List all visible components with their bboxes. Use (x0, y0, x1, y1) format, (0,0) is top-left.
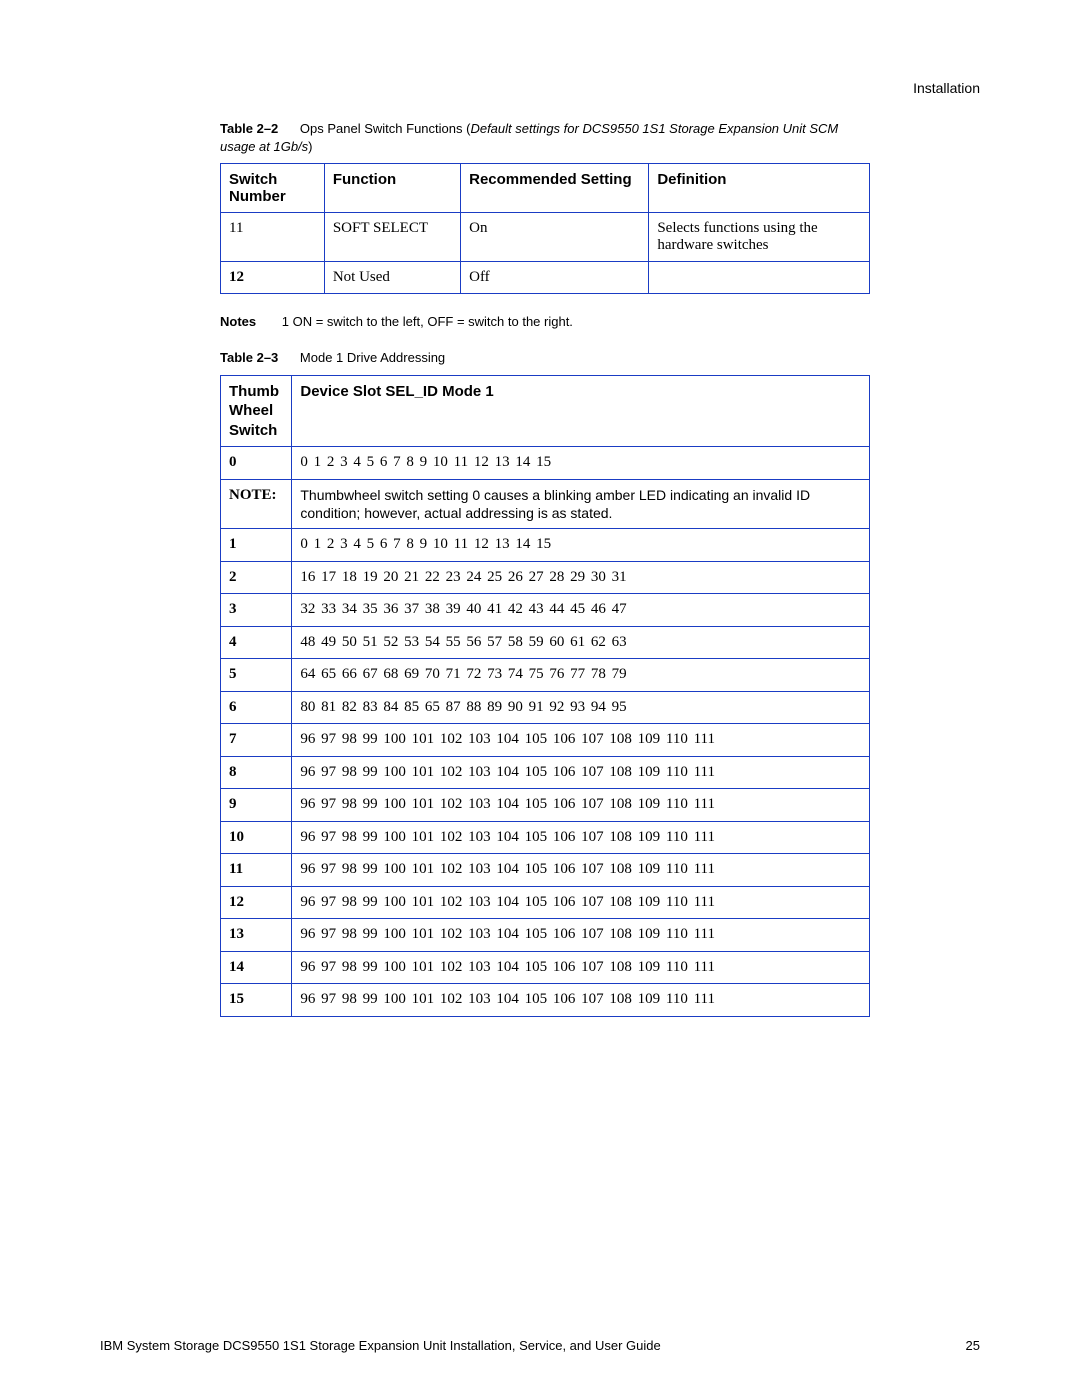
table-row: 13 96 97 98 99 100 101 102 103 104 105 1… (221, 919, 870, 952)
table-row: 11 SOFT SELECT On Selects functions usin… (221, 213, 870, 262)
cell-values: 0 1 2 3 4 5 6 7 8 9 10 11 12 13 14 15 (292, 529, 870, 562)
col-device-slot-sel-id: Device Slot SEL_ID Mode 1 (292, 375, 870, 447)
cell-left: 15 (221, 984, 292, 1017)
cell-values: 96 97 98 99 100 101 102 103 104 105 106 … (292, 919, 870, 952)
cell-left: NOTE: (221, 479, 292, 528)
table-row: 0 0 1 2 3 4 5 6 7 8 9 10 11 12 13 14 15 (221, 447, 870, 480)
col-function: Function (324, 164, 460, 213)
table-row: 3 32 33 34 35 36 37 38 39 40 41 42 43 44… (221, 594, 870, 627)
table-2-3-caption: Table 2–3 Mode 1 Drive Addressing (220, 349, 870, 367)
col-recommended-setting: Recommended Setting (461, 164, 649, 213)
cell: SOFT SELECT (324, 213, 460, 262)
notes-text: 1 ON = switch to the left, OFF = switch … (282, 314, 573, 329)
cell-left: 5 (221, 659, 292, 692)
cell-values: 64 65 66 67 68 69 70 71 72 73 74 75 76 7… (292, 659, 870, 692)
cell-values: 96 97 98 99 100 101 102 103 104 105 106 … (292, 951, 870, 984)
cell-left: 7 (221, 724, 292, 757)
page: Installation Table 2–2 Ops Panel Switch … (0, 0, 1080, 1397)
footer-page-number: 25 (966, 1338, 980, 1353)
cell-values: 96 97 98 99 100 101 102 103 104 105 106 … (292, 724, 870, 757)
table-row: 12 Not Used Off (221, 262, 870, 294)
cell-values: 48 49 50 51 52 53 54 55 56 57 58 59 60 6… (292, 626, 870, 659)
cell-left: 6 (221, 691, 292, 724)
cell-left: 13 (221, 919, 292, 952)
table-row: 5 64 65 66 67 68 69 70 71 72 73 74 75 76… (221, 659, 870, 692)
cell-left: 3 (221, 594, 292, 627)
cell-values: 96 97 98 99 100 101 102 103 104 105 106 … (292, 854, 870, 887)
table-row: 10 96 97 98 99 100 101 102 103 104 105 1… (221, 821, 870, 854)
cell: 11 (221, 213, 325, 262)
caption-text-a: Ops Panel Switch Functions ( (300, 121, 471, 136)
running-header: Installation (913, 80, 980, 96)
cell (649, 262, 870, 294)
col-switch-number: Switch Number (221, 164, 325, 213)
table-row: 2 16 17 18 19 20 21 22 23 24 25 26 27 28… (221, 561, 870, 594)
cell-left: 8 (221, 756, 292, 789)
col-definition: Definition (649, 164, 870, 213)
cell-left: 14 (221, 951, 292, 984)
content-area: Table 2–2 Ops Panel Switch Functions ( De… (220, 120, 870, 1017)
table-2-3: Thumb Wheel Switch Device Slot SEL_ID Mo… (220, 375, 870, 1017)
table-row: 9 96 97 98 99 100 101 102 103 104 105 10… (221, 789, 870, 822)
cell-left: 0 (221, 447, 292, 480)
footer-title: IBM System Storage DCS9550 1S1 Storage E… (100, 1338, 661, 1353)
cell-values: 96 97 98 99 100 101 102 103 104 105 106 … (292, 984, 870, 1017)
table-row: Switch Number Function Recommended Setti… (221, 164, 870, 213)
cell-left: 10 (221, 821, 292, 854)
cell-left: 9 (221, 789, 292, 822)
col-thumb-wheel-switch: Thumb Wheel Switch (221, 375, 292, 447)
table-row: 4 48 49 50 51 52 53 54 55 56 57 58 59 60… (221, 626, 870, 659)
cell-left: 11 (221, 854, 292, 887)
table-row: 1 0 1 2 3 4 5 6 7 8 9 10 11 12 13 14 15 (221, 529, 870, 562)
caption-text: Mode 1 Drive Addressing (300, 350, 445, 365)
cell: Off (461, 262, 649, 294)
table-2-2-caption: Table 2–2 Ops Panel Switch Functions (De… (220, 120, 870, 155)
cell-values: 0 1 2 3 4 5 6 7 8 9 10 11 12 13 14 15 (292, 447, 870, 480)
table-row: 6 80 81 82 83 84 85 65 87 88 89 90 91 92… (221, 691, 870, 724)
page-footer: IBM System Storage DCS9550 1S1 Storage E… (100, 1338, 980, 1353)
cell-left: 2 (221, 561, 292, 594)
cell-values: 96 97 98 99 100 101 102 103 104 105 106 … (292, 756, 870, 789)
cell-values: 80 81 82 83 84 85 65 87 88 89 90 91 92 9… (292, 691, 870, 724)
table-row: 8 96 97 98 99 100 101 102 103 104 105 10… (221, 756, 870, 789)
cell: Selects functions using the hardware swi… (649, 213, 870, 262)
cell-note: Thumbwheel switch setting 0 causes a bli… (292, 479, 870, 528)
cell: On (461, 213, 649, 262)
table-row: 11 96 97 98 99 100 101 102 103 104 105 1… (221, 854, 870, 887)
caption-label: Table 2–3 (220, 350, 278, 365)
table-row: 12 96 97 98 99 100 101 102 103 104 105 1… (221, 886, 870, 919)
table-row: 15 96 97 98 99 100 101 102 103 104 105 1… (221, 984, 870, 1017)
cell-values: 16 17 18 19 20 21 22 23 24 25 26 27 28 2… (292, 561, 870, 594)
cell-values: 96 97 98 99 100 101 102 103 104 105 106 … (292, 886, 870, 919)
caption-label: Table 2–2 (220, 121, 278, 136)
table-row: 14 96 97 98 99 100 101 102 103 104 105 1… (221, 951, 870, 984)
table-2-2: Switch Number Function Recommended Setti… (220, 163, 870, 294)
table-row: 7 96 97 98 99 100 101 102 103 104 105 10… (221, 724, 870, 757)
cell: Not Used (324, 262, 460, 294)
cell-values: 32 33 34 35 36 37 38 39 40 41 42 43 44 4… (292, 594, 870, 627)
notes-line: Notes 1 ON = switch to the left, OFF = s… (220, 314, 870, 329)
cell-values: 96 97 98 99 100 101 102 103 104 105 106 … (292, 789, 870, 822)
cell-left: 12 (221, 886, 292, 919)
cell-values: 96 97 98 99 100 101 102 103 104 105 106 … (292, 821, 870, 854)
cell-left: 4 (221, 626, 292, 659)
caption-text-c: ) (308, 139, 312, 154)
cell: 12 (221, 262, 325, 294)
cell-left: 1 (221, 529, 292, 562)
table-row: NOTE: Thumbwheel switch setting 0 causes… (221, 479, 870, 528)
table-row: Thumb Wheel Switch Device Slot SEL_ID Mo… (221, 375, 870, 447)
notes-label: Notes (220, 314, 256, 329)
